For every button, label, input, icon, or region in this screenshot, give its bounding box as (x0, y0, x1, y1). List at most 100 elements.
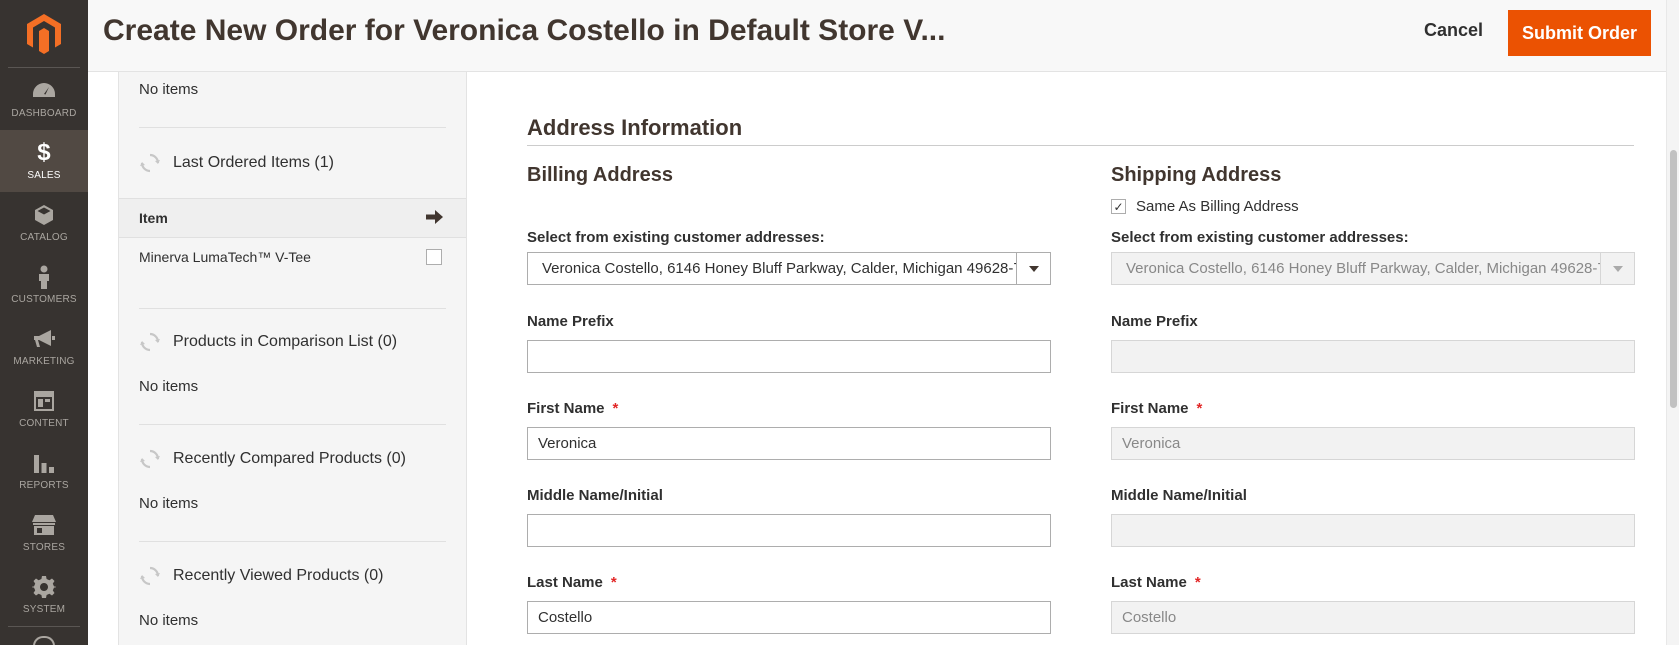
nav-item-reports[interactable]: REPORTS (0, 440, 88, 502)
shipping-middle-name-label: Middle Name/Initial (1111, 487, 1247, 504)
nav-label: CONTENT (19, 418, 69, 429)
shipping-title: Shipping Address (1111, 164, 1282, 186)
same-as-billing-row[interactable]: ✓ Same As Billing Address (1111, 198, 1299, 215)
bar-chart-icon (31, 451, 57, 475)
required-marker: * (1194, 574, 1201, 591)
nav-label: SYSTEM (22, 604, 66, 615)
billing-last-name-label: Last Name * (527, 574, 617, 591)
sidebar-divider (139, 308, 446, 309)
table-row: Minerva LumaTech™ V-Tee (119, 238, 466, 278)
person-icon (31, 265, 57, 289)
shipping-selected-address: Veronica Costello, 6146 Honey Bluff Park… (1126, 260, 1635, 277)
shipping-middle-name-input (1111, 514, 1635, 547)
same-as-billing-label: Same As Billing Address (1136, 198, 1299, 215)
no-items-text: No items (139, 612, 199, 629)
last-ordered-heading: Last Ordered Items (1) (139, 152, 334, 174)
billing-middle-name-label: Middle Name/Initial (527, 487, 663, 504)
layout-icon (31, 389, 57, 413)
item-name: Minerva LumaTech™ V-Tee (139, 249, 311, 265)
last-ordered-title: Last Ordered Items (1) (173, 154, 334, 171)
billing-title: Billing Address (527, 164, 673, 186)
shipping-first-name-input: Veronica (1111, 427, 1635, 460)
nav-label: REPORTS (19, 480, 69, 491)
shipping-first-name-label: First Name * (1111, 400, 1202, 417)
shipping-name-prefix-label: Name Prefix (1111, 313, 1198, 330)
nav-item-stores[interactable]: STORES (0, 502, 88, 564)
billing-address-form: Billing Address Select from existing cus… (527, 72, 1051, 645)
billing-middle-name-input[interactable] (527, 514, 1051, 547)
shipping-address-form: Shipping Address ✓ Same As Billing Addre… (1111, 72, 1635, 645)
order-sidebar: No items Last Ordered Items (1) Item Min… (118, 72, 467, 645)
app: DASHBOARD $ SALES CATALOG CUSTOMERS MARK… (0, 0, 1679, 645)
recently-compared-title: Recently Compared Products (0) (173, 450, 406, 467)
submit-order-button[interactable]: Submit Order (1508, 10, 1651, 56)
billing-selected-address: Veronica Costello, 6146 Honey Bluff Park… (542, 260, 1051, 277)
cube-icon (31, 203, 57, 227)
no-items-text: No items (139, 378, 199, 395)
required-marker: * (1196, 400, 1203, 417)
nav-item-catalog[interactable]: CATALOG (0, 192, 88, 254)
gear-icon (31, 575, 57, 599)
no-items-text: No items (139, 81, 199, 98)
required-marker: * (612, 400, 619, 417)
nav-label: CUSTOMERS (11, 294, 77, 305)
shipping-address-select: Veronica Costello, 6146 Honey Bluff Park… (1111, 252, 1635, 285)
recently-compared-heading: Recently Compared Products (0) (139, 448, 406, 470)
nav-item-content[interactable]: CONTENT (0, 378, 88, 440)
chevron-down-icon[interactable] (1016, 253, 1050, 284)
storefront-icon (31, 513, 57, 537)
page-header: Create New Order for Veronica Costello i… (88, 0, 1666, 72)
nav-divider (8, 626, 80, 627)
same-as-billing-checkbox[interactable]: ✓ (1111, 199, 1126, 214)
nav-label: DASHBOARD (11, 108, 77, 119)
label-text: First Name (1111, 400, 1189, 417)
nav-item-customers[interactable]: CUSTOMERS (0, 254, 88, 316)
admin-nav: DASHBOARD $ SALES CATALOG CUSTOMERS MARK… (0, 0, 88, 645)
recently-viewed-title: Recently Viewed Products (0) (173, 567, 384, 584)
refresh-icon[interactable] (139, 152, 161, 174)
sidebar-divider (139, 541, 446, 542)
billing-name-prefix-input[interactable] (527, 340, 1051, 373)
billing-name-prefix-label: Name Prefix (527, 313, 614, 330)
dashboard-icon (31, 79, 57, 103)
last-ordered-grid-header: Item (119, 198, 466, 238)
refresh-icon[interactable] (139, 331, 161, 353)
nav-item-system[interactable]: SYSTEM (0, 564, 88, 626)
required-marker: * (610, 574, 617, 591)
magento-logo[interactable] (8, 0, 80, 68)
page-scrollbar[interactable] (1666, 0, 1679, 645)
no-items-text: No items (139, 495, 199, 512)
nav-label: SALES (27, 170, 61, 181)
arrow-right-icon[interactable] (426, 209, 444, 230)
billing-select-label: Select from existing customer addresses: (527, 229, 825, 246)
nav-label: STORES (22, 542, 66, 553)
sidebar-divider (139, 127, 446, 128)
shipping-last-name-label: Last Name * (1111, 574, 1201, 591)
billing-address-select[interactable]: Veronica Costello, 6146 Honey Bluff Park… (527, 252, 1051, 285)
chevron-down-icon (1600, 253, 1634, 284)
nav-item-dashboard[interactable]: DASHBOARD (0, 68, 88, 130)
shipping-last-name-input: Costello (1111, 601, 1635, 634)
shipping-name-prefix-input (1111, 340, 1635, 373)
label-text: Last Name (527, 574, 603, 591)
megaphone-icon (31, 327, 57, 351)
billing-last-name-input[interactable]: Costello (527, 601, 1051, 634)
refresh-icon[interactable] (139, 448, 161, 470)
scrollbar-thumb[interactable] (1670, 150, 1677, 408)
cancel-button[interactable]: Cancel (1424, 20, 1483, 41)
comparison-heading: Products in Comparison List (0) (139, 331, 397, 353)
refresh-icon[interactable] (139, 565, 161, 587)
dollar-icon: $ (37, 139, 51, 166)
shipping-select-label: Select from existing customer addresses: (1111, 229, 1409, 246)
comparison-title: Products in Comparison List (0) (173, 333, 398, 350)
partners-icon[interactable] (33, 636, 55, 645)
page-title: Create New Order for Veronica Costello i… (103, 14, 946, 47)
nav-item-marketing[interactable]: MARKETING (0, 316, 88, 378)
billing-first-name-label: First Name * (527, 400, 618, 417)
nav-label: CATALOG (20, 232, 68, 243)
label-text: Last Name (1111, 574, 1187, 591)
recently-viewed-heading: Recently Viewed Products (0) (139, 565, 383, 587)
nav-item-sales[interactable]: $ SALES (0, 130, 88, 192)
billing-first-name-input[interactable]: Veronica (527, 427, 1051, 460)
add-item-checkbox[interactable] (426, 249, 442, 265)
